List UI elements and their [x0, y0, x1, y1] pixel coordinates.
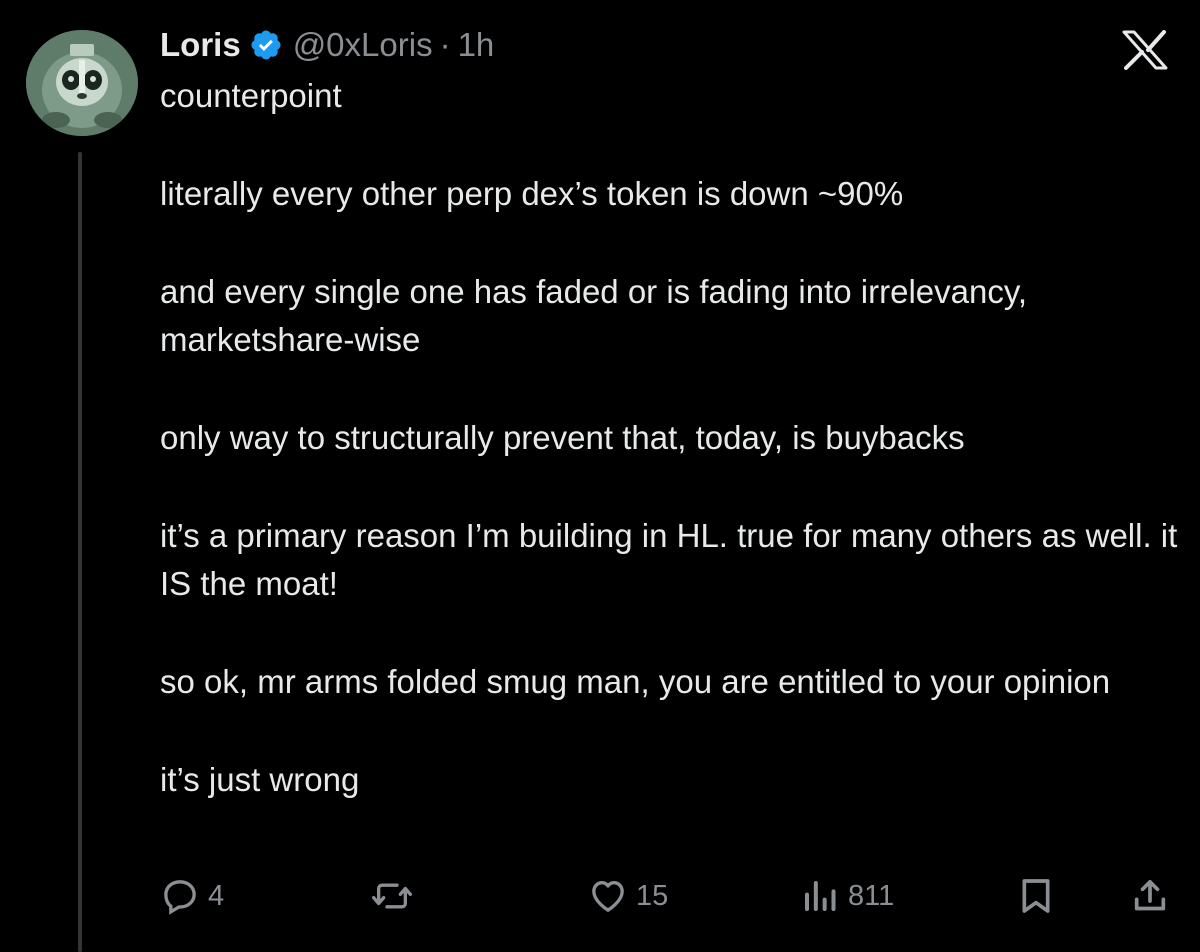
tweet-paragraph: literally every other perp dex’s token i…: [160, 175, 904, 212]
like-count: 15: [636, 879, 669, 912]
avatar-image: [26, 30, 138, 136]
tweet-paragraph: only way to structurally prevent that, t…: [160, 419, 965, 456]
bookmark-button[interactable]: [1016, 866, 1056, 926]
views-count: 811: [848, 879, 895, 912]
views-button[interactable]: 811: [800, 866, 894, 926]
x-logo-icon: [1120, 30, 1170, 70]
header-separator: ·: [439, 26, 451, 63]
avatar[interactable]: [26, 30, 138, 136]
reply-button[interactable]: 4: [160, 866, 224, 926]
reply-count: 4: [208, 879, 225, 912]
share-icon: [1130, 876, 1170, 916]
post-timestamp[interactable]: 1h: [458, 26, 495, 64]
share-button[interactable]: [1130, 866, 1170, 926]
tweet-paragraph: it’s a primary reason I’m building in HL…: [160, 517, 1178, 602]
repost-button[interactable]: [370, 866, 422, 926]
author-handle[interactable]: @0xLoris: [293, 26, 433, 64]
verified-badge-icon: [249, 28, 283, 62]
repost-icon: [370, 876, 414, 916]
author-name[interactable]: Loris: [160, 26, 241, 64]
action-bar: 4 15 811: [160, 866, 1180, 926]
tweet-paragraph: and every single one has faded or is fad…: [160, 273, 1028, 358]
heart-icon: [588, 876, 628, 916]
tweet-paragraph: counterpoint: [160, 77, 342, 114]
tweet-header: Loris @0xLoris · 1h: [160, 22, 494, 68]
tweet-paragraph: it’s just wrong: [160, 761, 360, 798]
views-icon: [800, 876, 840, 916]
reply-icon: [160, 876, 200, 916]
tweet-paragraph: so ok, mr arms folded smug man, you are …: [160, 663, 1111, 700]
like-button[interactable]: 15: [588, 866, 668, 926]
bookmark-icon: [1016, 876, 1056, 916]
tweet-text: counterpoint literally every other perp …: [160, 72, 1180, 854]
thread-line: [78, 152, 82, 952]
